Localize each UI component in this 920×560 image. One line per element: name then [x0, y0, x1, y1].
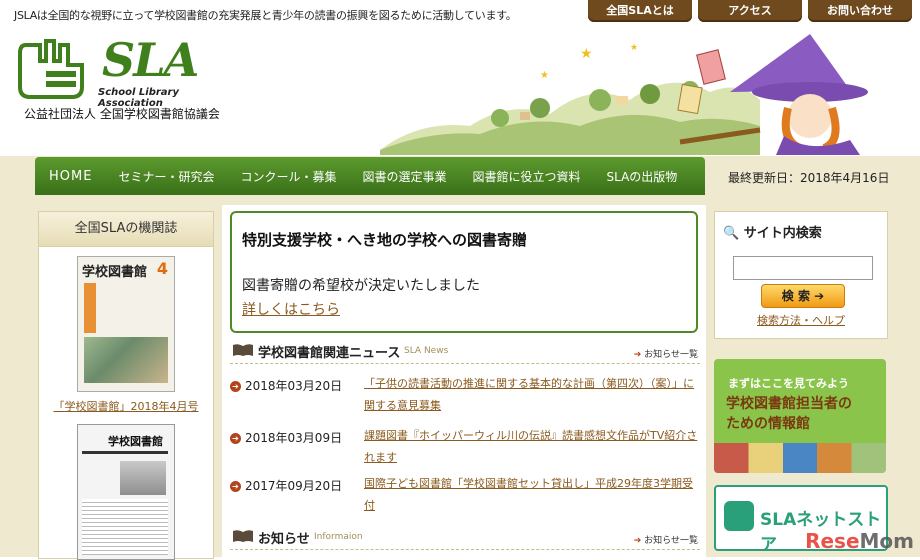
- open-book-icon: [233, 530, 253, 542]
- cover-stripe: [84, 283, 96, 333]
- logo-japanese: 公益社団法人 全国学校図書館協議会: [24, 107, 220, 121]
- svg-text:★: ★: [540, 70, 549, 81]
- cover-text-lines: [82, 499, 168, 555]
- news-more-link[interactable]: お知らせ一覧: [634, 347, 698, 360]
- main-column: 特別支援学校・へき地の学校への図書寄贈 図書寄贈の希望校が決定いたしました 詳し…: [222, 205, 706, 557]
- staff-info-banner[interactable]: まずはここを見てみよう 学校図書館担当者の ための情報館: [714, 359, 886, 473]
- notice-title: 特別支援学校・へき地の学校への図書寄贈: [242, 231, 528, 249]
- arrow-bullet-icon: ➔: [230, 381, 241, 392]
- nav-seminar[interactable]: セミナー・研究会: [105, 168, 227, 185]
- nav-resources[interactable]: 図書館に役立つ資料: [460, 168, 594, 185]
- notice-box: 特別支援学校・へき地の学校への図書寄贈 図書寄贈の希望校が決定いたしました 詳し…: [230, 211, 698, 333]
- news-heading: 学校図書館関連ニュース: [258, 346, 401, 361]
- main-nav: HOME セミナー・研究会 コンクール・募集 図書の選定事業 図書館に役立つ資料…: [35, 157, 705, 195]
- hero-illustration: ★ ★ ★: [380, 34, 868, 155]
- watermark-rese: Rese: [805, 529, 860, 553]
- svg-text:★: ★: [580, 46, 593, 62]
- search-button[interactable]: 検 索 ➔: [761, 284, 845, 308]
- last-updated: 最終更新日：2018年4月16日: [728, 171, 890, 185]
- nav-book-selection[interactable]: 図書の選定事業: [349, 168, 459, 185]
- info-heading: お知らせ: [258, 532, 310, 547]
- news-cover-title: 学校図書館: [108, 435, 163, 448]
- news-link[interactable]: 課題図書『ホイッパーウィル川の伝説』読書感想文作品がTV紹介されます: [364, 425, 700, 469]
- site-logo[interactable]: SLA School Library Association 公益社団法人 全国…: [14, 33, 234, 123]
- access-link[interactable]: アクセス: [698, 0, 802, 22]
- news-date: 2017年09月20日: [245, 479, 343, 493]
- journal-cover-number: 4: [156, 259, 168, 278]
- open-book-icon: [233, 344, 253, 356]
- hand-book-logo-icon: [18, 39, 84, 99]
- arrow-bullet-icon: ➔: [230, 481, 241, 492]
- search-input[interactable]: [733, 256, 873, 280]
- svg-text:★: ★: [630, 43, 638, 53]
- contact-link[interactable]: お問い合わせ: [808, 0, 912, 22]
- search-icon: 🔍: [723, 226, 740, 241]
- site-tagline: JSLAは全国的な視野に立って学校図書館の充実発展と青少年の読書の振興を図るため…: [14, 9, 517, 22]
- books-illustration: [714, 443, 886, 473]
- cover-building-photo: [120, 461, 166, 495]
- search-heading-label: サイト内検索: [743, 226, 822, 241]
- journal-cover-latest[interactable]: 学校図書館 4: [77, 256, 175, 392]
- search-heading: 🔍 サイト内検索: [723, 222, 822, 241]
- top-links: 全国SLAとは アクセス お問い合わせ: [588, 0, 912, 22]
- arrow-bullet-icon: ➔: [230, 433, 241, 444]
- news-date: 2018年03月20日: [245, 379, 343, 393]
- left-sidebar: 全国SLAの機関誌 学校図書館 4 「学校図書館」2018年4月号 学校図書館: [38, 211, 214, 560]
- info-more-link[interactable]: お知らせ一覧: [634, 533, 698, 546]
- news-heading-en: SLA News: [404, 346, 449, 356]
- top-bar: JSLAは全国的な視野に立って学校図書館の充実発展と青少年の読書の振興を図るため…: [0, 0, 920, 30]
- banner-line-2: 学校図書館担当者の: [726, 396, 852, 412]
- news-section-header: 学校図書館関連ニュース SLA News お知らせ一覧: [230, 339, 700, 364]
- journal-cover-title: 学校図書館: [82, 265, 148, 280]
- cover-rule: [82, 451, 168, 454]
- search-help-link[interactable]: 検索方法・ヘルプ: [715, 312, 887, 328]
- news-date: 2018年03月09日: [245, 431, 343, 445]
- search-button-label: 検 索: [781, 289, 810, 303]
- site-search: 🔍 サイト内検索 検 索 ➔ 検索方法・ヘルプ: [714, 211, 888, 339]
- news-link[interactable]: 国際子ども図書館「学校図書館セット貸出し」平成29年度3学期受付: [364, 473, 700, 517]
- store-logo-icon: [724, 501, 754, 531]
- journal-cover-news[interactable]: 学校図書館: [77, 424, 175, 560]
- resemom-watermark: ReseMom: [805, 529, 914, 553]
- nav-publications[interactable]: SLAの出版物: [594, 168, 691, 185]
- info-section-header: お知らせ Informaion お知らせ一覧: [230, 525, 700, 550]
- cover-photo: [84, 337, 168, 383]
- nav-contest[interactable]: コンクール・募集: [227, 168, 349, 185]
- journal-caption-link[interactable]: 「学校図書館」2018年4月号: [39, 398, 213, 414]
- news-link[interactable]: 「子供の読書活動の推進に関する基本的な計画（第四次）（案）」に関する意見募集: [364, 373, 700, 417]
- banner-line-3: ための情報館: [726, 416, 810, 432]
- watermark-mom: Mom: [859, 529, 914, 553]
- logo-wordmark: SLA: [102, 33, 199, 87]
- banner-line-1: まずはここを見てみよう: [728, 377, 849, 390]
- notice-body: 図書寄贈の希望校が決定いたしました: [242, 278, 480, 294]
- arrow-right-icon: ➔: [814, 289, 825, 303]
- nav-home[interactable]: HOME: [35, 169, 105, 184]
- journal-heading: 全国SLAの機関誌: [39, 212, 213, 247]
- info-heading-en: Informaion: [314, 532, 363, 542]
- about-link[interactable]: 全国SLAとは: [588, 0, 692, 22]
- notice-details-link[interactable]: 詳しくはこちら: [242, 299, 340, 319]
